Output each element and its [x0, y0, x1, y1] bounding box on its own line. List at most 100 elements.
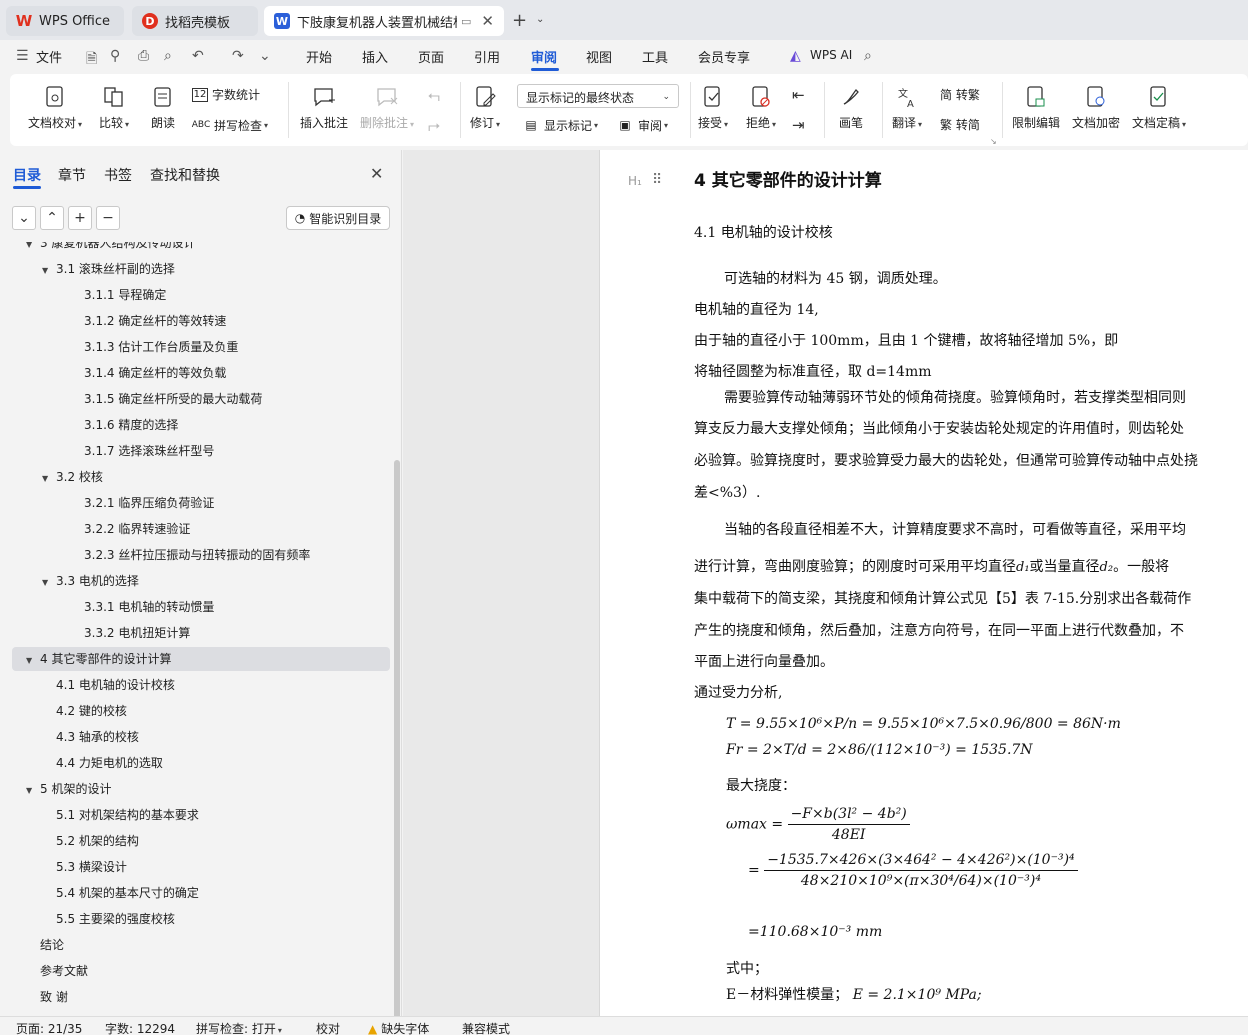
- panel-tab-bookmark[interactable]: 书签: [104, 165, 132, 185]
- translate-button[interactable]: 文A 翻译 ▾: [892, 84, 922, 131]
- spell-check-button[interactable]: ABC 拼写检查 ▾: [192, 116, 268, 134]
- toc-item[interactable]: 5.1 对机架结构的基本要求: [42, 804, 199, 826]
- toc-item[interactable]: 3.2.2 临界转速验证: [70, 518, 190, 540]
- menu-references[interactable]: 引用: [474, 47, 500, 66]
- word-count-indicator[interactable]: 字数: 12294: [105, 1020, 175, 1035]
- pen-button[interactable]: 画笔: [838, 84, 864, 131]
- undo-icon[interactable]: ↶: [192, 48, 204, 64]
- next-comment-icon[interactable]: ⮣: [428, 116, 440, 134]
- toc-item[interactable]: 3.3.1 电机轴的转动惯量: [70, 596, 214, 618]
- toc-scrollbar[interactable]: [394, 460, 400, 1020]
- toc-item[interactable]: 5.2 机架的结构: [42, 830, 139, 852]
- search-icon[interactable]: ⌕: [864, 48, 872, 64]
- toc-item[interactable]: 3.1.3 估计工作台质量及负重: [70, 336, 238, 358]
- tab-wps-office[interactable]: W WPS Office: [6, 6, 124, 36]
- print-preview-icon[interactable]: ⌕: [164, 48, 172, 64]
- show-markup-button[interactable]: ▤ 显示标记 ▾: [522, 116, 598, 134]
- drag-handle-icon[interactable]: ⠿: [652, 172, 662, 188]
- collapse-down-button[interactable]: ⌄: [12, 206, 36, 230]
- wps-ai-icon[interactable]: ◭: [790, 48, 801, 64]
- menu-tools[interactable]: 工具: [642, 47, 668, 66]
- toc-item[interactable]: 3.3.2 电机扭矩计算: [70, 622, 190, 644]
- reject-button[interactable]: 拒绝 ▾: [746, 84, 776, 131]
- hamburger-icon[interactable]: ☰: [16, 48, 29, 64]
- toc-item[interactable]: 3.1.6 精度的选择: [70, 414, 178, 436]
- chevron-down-icon[interactable]: ⌄: [536, 14, 544, 25]
- remove-heading-button[interactable]: −: [96, 206, 120, 230]
- toc-item[interactable]: ▼ 3.3 电机的选择: [42, 570, 139, 592]
- add-heading-button[interactable]: +: [68, 206, 92, 230]
- expand-toggle-icon[interactable]: ▼: [26, 650, 40, 672]
- document-canvas[interactable]: H₁ ⠿ 4 其它零部件的设计计算 4.1 电机轴的设计校核 可选轴的材料为 4…: [403, 150, 1248, 1016]
- move-up-button[interactable]: ⌃: [40, 206, 64, 230]
- toc-item[interactable]: 5.3 横梁设计: [42, 856, 127, 878]
- toc-item[interactable]: ▼ 3 康复机器人结构及传动设计: [26, 242, 195, 254]
- to-simplified-button[interactable]: 繁 转简: [940, 116, 980, 133]
- toc-item[interactable]: 3.1.2 确定丝杆的等效转速: [70, 310, 226, 332]
- ribbon-expand-icon[interactable]: ↘: [990, 137, 997, 146]
- tab-document[interactable]: W 下肢康复机器人装置机械结构设计 ▭ ✕: [264, 6, 504, 36]
- menu-review[interactable]: 审阅: [531, 47, 557, 66]
- toc-item[interactable]: 5.4 机架的基本尺寸的确定: [42, 882, 199, 904]
- insert-comment-button[interactable]: 插入批注: [300, 84, 348, 131]
- panel-tab-toc[interactable]: 目录: [13, 165, 41, 185]
- restrict-edit-button[interactable]: 限制编辑: [1012, 84, 1060, 131]
- toc-item[interactable]: 3.1.1 导程确定: [70, 284, 166, 306]
- spell-check-indicator[interactable]: 拼写检查: 打开 ▾: [196, 1020, 282, 1035]
- revise-button[interactable]: 修订 ▾: [470, 84, 500, 131]
- read-aloud-button[interactable]: 朗读: [150, 84, 176, 131]
- toc-item[interactable]: 3.1.7 选择滚珠丝杆型号: [70, 440, 214, 462]
- toc-item[interactable]: ▼ 4 其它零部件的设计计算: [26, 648, 171, 670]
- expand-toggle-icon[interactable]: ▼: [42, 260, 56, 282]
- toc-item[interactable]: 3.2.3 丝杆拉压振动与扭转振动的固有频率: [70, 544, 310, 566]
- accept-button[interactable]: 接受 ▾: [698, 84, 728, 131]
- page-indicator[interactable]: 页面: 21/35: [16, 1020, 82, 1035]
- menu-file[interactable]: 文件: [36, 47, 62, 66]
- menu-wps-ai[interactable]: WPS AI: [810, 48, 852, 62]
- expand-toggle-icon[interactable]: ▼: [26, 780, 40, 802]
- panel-tab-chapter[interactable]: 章节: [58, 165, 86, 185]
- smart-toc-button[interactable]: ◔ 智能识别目录: [286, 206, 390, 230]
- menu-page[interactable]: 页面: [418, 47, 444, 66]
- toc-item[interactable]: 3.2.1 临界压缩负荷验证: [70, 492, 214, 514]
- redo-icon[interactable]: ↷: [232, 48, 244, 64]
- delete-comment-button[interactable]: 删除批注 ▾: [360, 84, 414, 131]
- toc-item[interactable]: ▼ 3.1 滚珠丝杆副的选择: [42, 258, 175, 280]
- new-tab-icon[interactable]: +: [512, 10, 527, 31]
- toc-item[interactable]: 4.3 轴承的校核: [42, 726, 139, 748]
- toc-item[interactable]: ▼ 5 机架的设计: [26, 778, 111, 800]
- to-traditional-button[interactable]: 简 转繁: [940, 86, 980, 103]
- toc-item[interactable]: 4.2 键的校核: [42, 700, 127, 722]
- toc-item[interactable]: 结论: [26, 934, 64, 956]
- toc-item[interactable]: 4.1 电机轴的设计校核: [42, 674, 175, 696]
- review-pane-button[interactable]: ▣ 审阅 ▾: [616, 116, 668, 134]
- save-icon[interactable]: 🗎: [86, 48, 97, 72]
- finalize-button[interactable]: 文档定稿 ▾: [1132, 84, 1186, 131]
- compare-button[interactable]: 比较 ▾: [99, 84, 129, 131]
- more-dropdown-icon[interactable]: ⌄: [259, 48, 271, 64]
- prev-change-icon[interactable]: ⇤: [792, 86, 805, 104]
- toc-item[interactable]: 4.4 力矩电机的选取: [42, 752, 163, 774]
- toc-item[interactable]: 致 谢: [26, 986, 68, 1008]
- menu-home[interactable]: 开始: [306, 47, 332, 66]
- next-change-icon[interactable]: ⇥: [792, 116, 805, 134]
- expand-toggle-icon[interactable]: ▼: [42, 572, 56, 594]
- missing-font-indicator[interactable]: ▲ 缺失字体: [368, 1020, 429, 1035]
- toc-item[interactable]: 3.1.5 确定丝杆所受的最大动载荷: [70, 388, 262, 410]
- share-icon[interactable]: ⚲: [110, 48, 120, 64]
- word-count-button[interactable]: 12 字数统计: [192, 86, 260, 103]
- toc-item[interactable]: 5.5 主要梁的强度校核: [42, 908, 175, 930]
- toc-item[interactable]: 参考文献: [26, 960, 88, 982]
- markup-state-select[interactable]: 显示标记的最终状态 ⌄: [517, 84, 679, 108]
- toc-item[interactable]: 3.1.4 确定丝杆的等效负载: [70, 362, 226, 384]
- expand-toggle-icon[interactable]: ▼: [42, 468, 56, 490]
- encrypt-button[interactable]: 文档加密: [1072, 84, 1120, 131]
- menu-view[interactable]: 视图: [586, 47, 612, 66]
- print-icon[interactable]: ⎙: [138, 48, 149, 64]
- doc-check-button[interactable]: 文档校对 ▾: [28, 84, 82, 131]
- window-restore-icon[interactable]: ▭: [461, 15, 471, 28]
- panel-tab-find-replace[interactable]: 查找和替换: [150, 165, 220, 185]
- document-page[interactable]: H₁ ⠿ 4 其它零部件的设计计算 4.1 电机轴的设计校核 可选轴的材料为 4…: [599, 150, 1248, 1016]
- close-tab-icon[interactable]: ✕: [481, 12, 494, 30]
- proofread-indicator[interactable]: 校对: [316, 1020, 340, 1035]
